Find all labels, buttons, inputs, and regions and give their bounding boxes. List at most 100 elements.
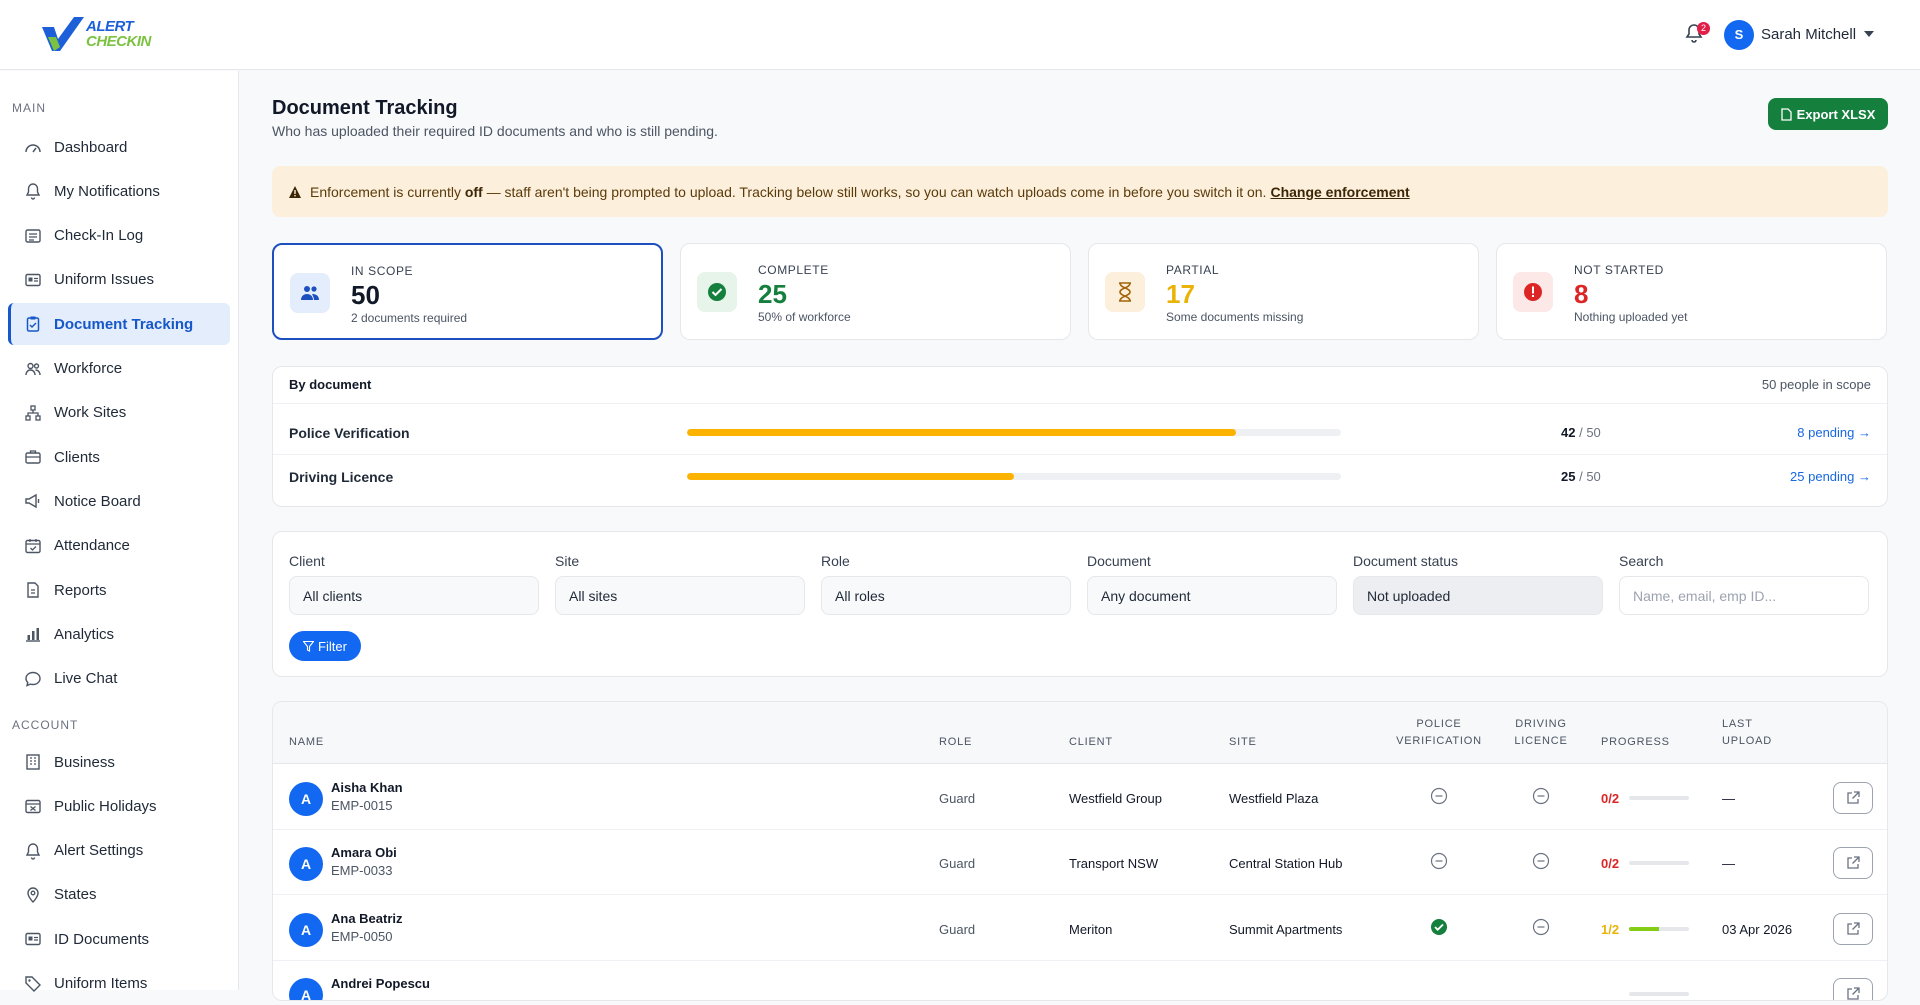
change-enforcement-link[interactable]: Change enforcement xyxy=(1270,184,1409,200)
col-last-line-1: LAST xyxy=(1722,718,1753,730)
stat-label: IN SCOPE xyxy=(351,264,414,278)
sidebar-item-states[interactable]: States xyxy=(8,874,230,916)
sidebar-item-live-chat[interactable]: Live Chat xyxy=(8,658,230,700)
caret-down-icon[interactable] xyxy=(1864,31,1874,37)
person-name[interactable]: Andrei Popescu xyxy=(331,976,430,991)
filter-button[interactable]: Filter xyxy=(289,631,361,661)
document-status-select[interactable]: Not uploaded xyxy=(1353,576,1603,615)
progress-bar xyxy=(1629,796,1689,800)
brand-wordmark: ALERT CHECKIN xyxy=(86,19,151,49)
sidebar-item-business[interactable]: Business xyxy=(8,741,230,783)
bell-icon xyxy=(24,182,42,200)
sidebar-item-label: Reports xyxy=(54,581,107,599)
clipboard-check-icon xyxy=(24,315,42,333)
total-count: / 50 xyxy=(1579,469,1601,484)
export-xlsx-button[interactable]: Export XLSX xyxy=(1768,98,1888,130)
sidebar-item-uniform-items[interactable]: Uniform Items xyxy=(8,963,230,1005)
pending-link[interactable]: 8 pending → xyxy=(1797,425,1871,440)
table-row[interactable]: A Amara Obi EMP-0033 Guard Transport NSW Cent… xyxy=(273,829,1887,896)
list-card-icon xyxy=(24,227,42,245)
role-select[interactable]: All roles xyxy=(821,576,1071,615)
sidebar-item-label: Attendance xyxy=(54,537,130,555)
brand-logo[interactable]: ALERT CHECKIN xyxy=(40,15,160,55)
document-select[interactable]: Any document xyxy=(1087,576,1337,615)
open-profile-button[interactable] xyxy=(1833,782,1873,814)
logo-check-icon xyxy=(42,17,84,51)
col-last-upload[interactable]: LAST UPLOAD xyxy=(1722,716,1772,750)
col-name[interactable]: NAME xyxy=(289,734,324,751)
status-icon xyxy=(1430,983,1448,1001)
person-name[interactable]: Aisha Khan xyxy=(331,780,403,795)
sidebar-item-public-holidays[interactable]: Public Holidays xyxy=(8,785,230,827)
id-card-icon xyxy=(24,271,42,289)
col-role[interactable]: ROLE xyxy=(939,734,972,751)
sidebar-item-work-sites[interactable]: Work Sites xyxy=(8,392,230,434)
sidebar-item-label: Public Holidays xyxy=(54,797,157,815)
open-profile-button[interactable] xyxy=(1833,912,1873,945)
missing-dash-icon xyxy=(1532,918,1550,935)
sidebar-item-dashboard[interactable]: Dashboard xyxy=(8,126,230,168)
role-filter-label: Role xyxy=(821,553,850,569)
sidebar-item-reports[interactable]: Reports xyxy=(8,569,230,611)
external-link-icon xyxy=(1847,987,1860,1000)
sidebar-item-check-in-log[interactable]: Check-In Log xyxy=(8,215,230,257)
person-avatar: A xyxy=(289,847,323,882)
progress-bar xyxy=(1629,991,1689,996)
check-circle-icon xyxy=(697,272,737,312)
sidebar-item-notice-board[interactable]: Notice Board xyxy=(8,480,230,522)
status-filter-label: Document status xyxy=(1353,553,1459,569)
people-in-scope-note: 50 people in scope xyxy=(1761,377,1871,392)
bell-icon xyxy=(24,842,42,860)
col-police-verification[interactable]: POLICE VERIFICATION xyxy=(1391,716,1487,750)
person-name[interactable]: Ana Beatriz xyxy=(331,911,403,926)
document-count: 25 / 50 xyxy=(1561,469,1601,484)
page-subtitle: Who has uploaded their required ID docum… xyxy=(272,123,718,139)
sidebar-item-my-notifications[interactable]: My Notifications xyxy=(8,170,230,212)
col-client[interactable]: CLIENT xyxy=(1069,734,1113,751)
table-row[interactable]: A Aisha Khan EMP-0015 Guard Westfield Group W… xyxy=(273,764,1887,830)
person-name[interactable]: Amara Obi xyxy=(331,845,397,860)
stat-card-partial[interactable]: PARTIAL 17 Some documents missing xyxy=(1088,243,1479,340)
sidebar-item-alert-settings[interactable]: Alert Settings xyxy=(8,830,230,872)
table-row[interactable]: A Andrei Popescu xyxy=(273,960,1887,1001)
sidebar-item-analytics[interactable]: Analytics xyxy=(8,613,230,655)
user-name[interactable]: Sarah Mitchell xyxy=(1761,26,1856,43)
external-link-icon xyxy=(1847,791,1860,804)
open-profile-button[interactable] xyxy=(1833,847,1873,880)
sitemap-icon xyxy=(24,404,42,422)
sidebar-item-attendance[interactable]: Attendance xyxy=(8,525,230,567)
pending-link[interactable]: 25 pending → xyxy=(1790,469,1871,484)
client-select[interactable]: All clients xyxy=(289,576,539,615)
stat-card-not-started[interactable]: NOT STARTED 8 Nothing uploaded yet xyxy=(1496,243,1887,340)
open-profile-button[interactable] xyxy=(1833,977,1873,1000)
col-progress[interactable]: PROGRESS xyxy=(1601,734,1670,751)
progress-bar xyxy=(1629,926,1689,931)
sidebar-item-label: Notice Board xyxy=(54,492,141,510)
calendar-check-icon xyxy=(24,537,42,555)
sidebar-item-clients[interactable]: Clients xyxy=(8,436,230,478)
by-document-title: By document xyxy=(289,377,372,392)
sidebar-item-document-tracking[interactable]: Document Tracking xyxy=(8,303,230,346)
people-icon xyxy=(290,273,330,313)
col-site[interactable]: SITE xyxy=(1229,734,1257,751)
search-input[interactable]: Name, email, emp ID... xyxy=(1619,576,1869,615)
sidebar-item-uniform-issues[interactable]: Uniform Issues xyxy=(8,259,230,301)
user-avatar[interactable]: S xyxy=(1724,20,1754,50)
briefcase-icon xyxy=(24,448,42,466)
stat-card-in-scope[interactable]: IN SCOPE 50 2 documents required xyxy=(272,243,663,340)
sidebar-item-label: Uniform Items xyxy=(54,975,148,992)
map-pin-icon xyxy=(24,886,42,904)
table-row[interactable]: A Ana Beatriz EMP-0050 Guard Meriton Summit A… xyxy=(273,895,1887,961)
person-avatar: A xyxy=(289,912,323,947)
progress-text: 0/2 xyxy=(1601,856,1620,872)
sidebar-item-id-documents[interactable]: ID Documents xyxy=(8,918,230,960)
client-cell: Westfield Group xyxy=(1069,791,1162,806)
brand-line-2: CHECKIN xyxy=(86,33,151,50)
site-select[interactable]: All sites xyxy=(555,576,805,615)
sidebar-item-workforce[interactable]: Workforce xyxy=(8,348,230,390)
stat-card-complete[interactable]: COMPLETE 25 50% of workforce xyxy=(680,243,1071,340)
role-cell: Guard xyxy=(939,856,976,872)
stat-note: Some documents missing xyxy=(1166,310,1304,324)
document-name: Police Verification xyxy=(289,425,410,441)
col-driving-licence[interactable]: DRIVING LICENCE xyxy=(1509,716,1573,750)
